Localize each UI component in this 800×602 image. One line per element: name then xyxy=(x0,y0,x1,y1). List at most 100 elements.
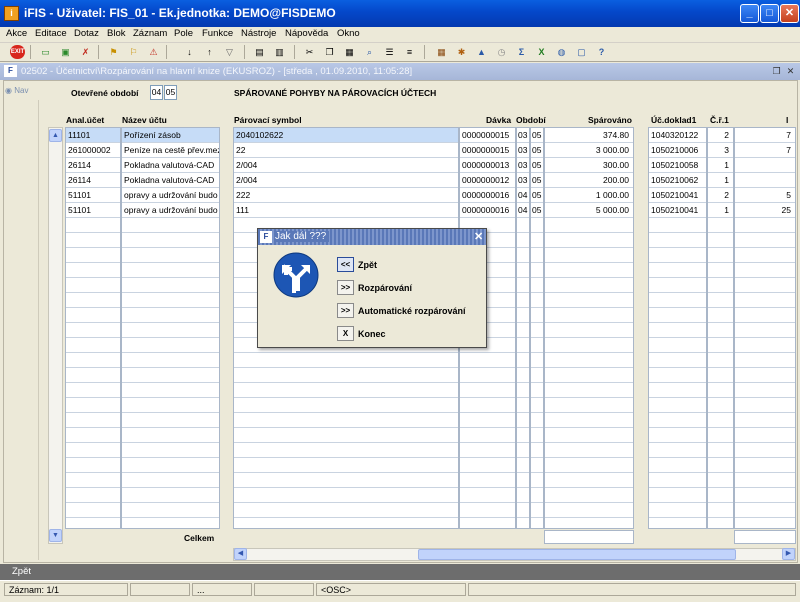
help-icon[interactable]: ? xyxy=(594,45,609,59)
menu-funkce[interactable]: Funkce xyxy=(202,28,233,39)
empty-cell[interactable] xyxy=(545,413,633,428)
empty-cell[interactable] xyxy=(460,368,515,383)
empty-cell[interactable] xyxy=(545,278,633,293)
cell-anal[interactable]: 26114 xyxy=(66,173,120,188)
empty-cell[interactable] xyxy=(531,428,543,443)
empty-cell[interactable] xyxy=(708,218,733,233)
cell-sparovano[interactable]: 1 000.00 xyxy=(545,188,633,203)
empty-cell[interactable] xyxy=(649,338,706,353)
empty-cell[interactable] xyxy=(531,368,543,383)
empty-cell[interactable] xyxy=(735,218,795,233)
empty-cell[interactable] xyxy=(531,293,543,308)
empty-cell[interactable] xyxy=(517,503,529,518)
empty-cell[interactable] xyxy=(531,458,543,473)
empty-cell[interactable] xyxy=(517,458,529,473)
empty-cell[interactable] xyxy=(545,233,633,248)
empty-cell[interactable] xyxy=(708,488,733,503)
scroll-down-icon[interactable]: ▼ xyxy=(49,529,62,542)
close-button[interactable]: ✕ xyxy=(780,4,799,23)
cell-davka[interactable]: 0000000015 xyxy=(460,128,515,143)
cell-nazev[interactable]: Peníze na cestě přev.mez xyxy=(122,143,219,158)
empty-cell[interactable] xyxy=(66,458,120,473)
empty-cell[interactable] xyxy=(531,473,543,488)
triangle-icon[interactable]: ▲ xyxy=(474,45,489,59)
insert-record-icon[interactable]: ▭ xyxy=(38,45,53,59)
sum-icon[interactable]: Σ xyxy=(514,45,529,59)
sort-desc-icon[interactable]: ↑ xyxy=(202,45,217,59)
form-restore-button[interactable]: ❐ xyxy=(770,65,783,77)
empty-cell[interactable] xyxy=(66,293,120,308)
window-icon[interactable]: ▢ xyxy=(574,45,589,59)
empty-cell[interactable] xyxy=(122,263,219,278)
menu-zaznam[interactable]: Záznam xyxy=(133,28,167,39)
empty-cell[interactable] xyxy=(460,473,515,488)
empty-cell[interactable] xyxy=(122,458,219,473)
list-icon[interactable]: ☰ xyxy=(382,45,397,59)
empty-cell[interactable] xyxy=(735,308,795,323)
cell-nazev[interactable]: Pořízení zásob xyxy=(122,128,219,143)
empty-cell[interactable] xyxy=(531,413,543,428)
empty-cell[interactable] xyxy=(545,293,633,308)
empty-cell[interactable] xyxy=(708,308,733,323)
cell-sparovano[interactable]: 5 000.00 xyxy=(545,203,633,218)
empty-cell[interactable] xyxy=(234,368,458,383)
empty-cell[interactable] xyxy=(708,398,733,413)
empty-cell[interactable] xyxy=(531,323,543,338)
empty-cell[interactable] xyxy=(708,248,733,263)
empty-cell[interactable] xyxy=(234,353,458,368)
globe-icon[interactable]: ◍ xyxy=(554,45,569,59)
dialog-zpet-button[interactable]: << xyxy=(337,257,354,272)
empty-cell[interactable] xyxy=(234,413,458,428)
copy-icon[interactable]: ❐ xyxy=(322,45,337,59)
empty-cell[interactable] xyxy=(66,398,120,413)
empty-cell[interactable] xyxy=(517,308,529,323)
empty-cell[interactable] xyxy=(122,368,219,383)
empty-cell[interactable] xyxy=(517,428,529,443)
empty-cell[interactable] xyxy=(735,473,795,488)
cell-extra[interactable] xyxy=(735,158,795,173)
empty-cell[interactable] xyxy=(545,488,633,503)
empty-cell[interactable] xyxy=(708,278,733,293)
cell-cr[interactable]: 3 xyxy=(708,143,733,158)
empty-cell[interactable] xyxy=(531,263,543,278)
empty-cell[interactable] xyxy=(708,428,733,443)
cell-anal[interactable]: 261000002 xyxy=(66,143,120,158)
empty-cell[interactable] xyxy=(649,458,706,473)
scroll-up-icon[interactable]: ▲ xyxy=(49,129,62,142)
empty-cell[interactable] xyxy=(531,233,543,248)
empty-cell[interactable] xyxy=(708,353,733,368)
cell-cr[interactable]: 1 xyxy=(708,173,733,188)
cell-cr[interactable]: 1 xyxy=(708,158,733,173)
cell-extra[interactable]: 7 xyxy=(735,143,795,158)
empty-cell[interactable] xyxy=(517,233,529,248)
empty-cell[interactable] xyxy=(649,488,706,503)
dialog-close-icon[interactable]: ✕ xyxy=(474,230,483,243)
empty-cell[interactable] xyxy=(735,458,795,473)
empty-cell[interactable] xyxy=(122,488,219,503)
empty-cell[interactable] xyxy=(517,473,529,488)
empty-cell[interactable] xyxy=(531,353,543,368)
cell-nazev[interactable]: opravy a udržování budo xyxy=(122,203,219,218)
dialog-rozparovani-button[interactable]: >> xyxy=(337,280,354,295)
empty-cell[interactable] xyxy=(517,383,529,398)
empty-cell[interactable] xyxy=(66,383,120,398)
empty-cell[interactable] xyxy=(122,323,219,338)
empty-cell[interactable] xyxy=(122,278,219,293)
cell-doklad[interactable]: 1050210062 xyxy=(649,173,706,188)
empty-cell[interactable] xyxy=(517,293,529,308)
vertical-scrollbar[interactable] xyxy=(48,127,63,544)
empty-cell[interactable] xyxy=(122,353,219,368)
empty-cell[interactable] xyxy=(545,458,633,473)
empty-cell[interactable] xyxy=(234,383,458,398)
empty-cell[interactable] xyxy=(735,503,795,518)
empty-cell[interactable] xyxy=(735,323,795,338)
empty-cell[interactable] xyxy=(649,293,706,308)
empty-cell[interactable] xyxy=(122,398,219,413)
empty-cell[interactable] xyxy=(234,428,458,443)
excel-icon[interactable]: X xyxy=(534,45,549,59)
empty-cell[interactable] xyxy=(649,428,706,443)
empty-cell[interactable] xyxy=(66,503,120,518)
empty-cell[interactable] xyxy=(545,428,633,443)
empty-cell[interactable] xyxy=(517,278,529,293)
cell-doklad[interactable]: 1050210006 xyxy=(649,143,706,158)
